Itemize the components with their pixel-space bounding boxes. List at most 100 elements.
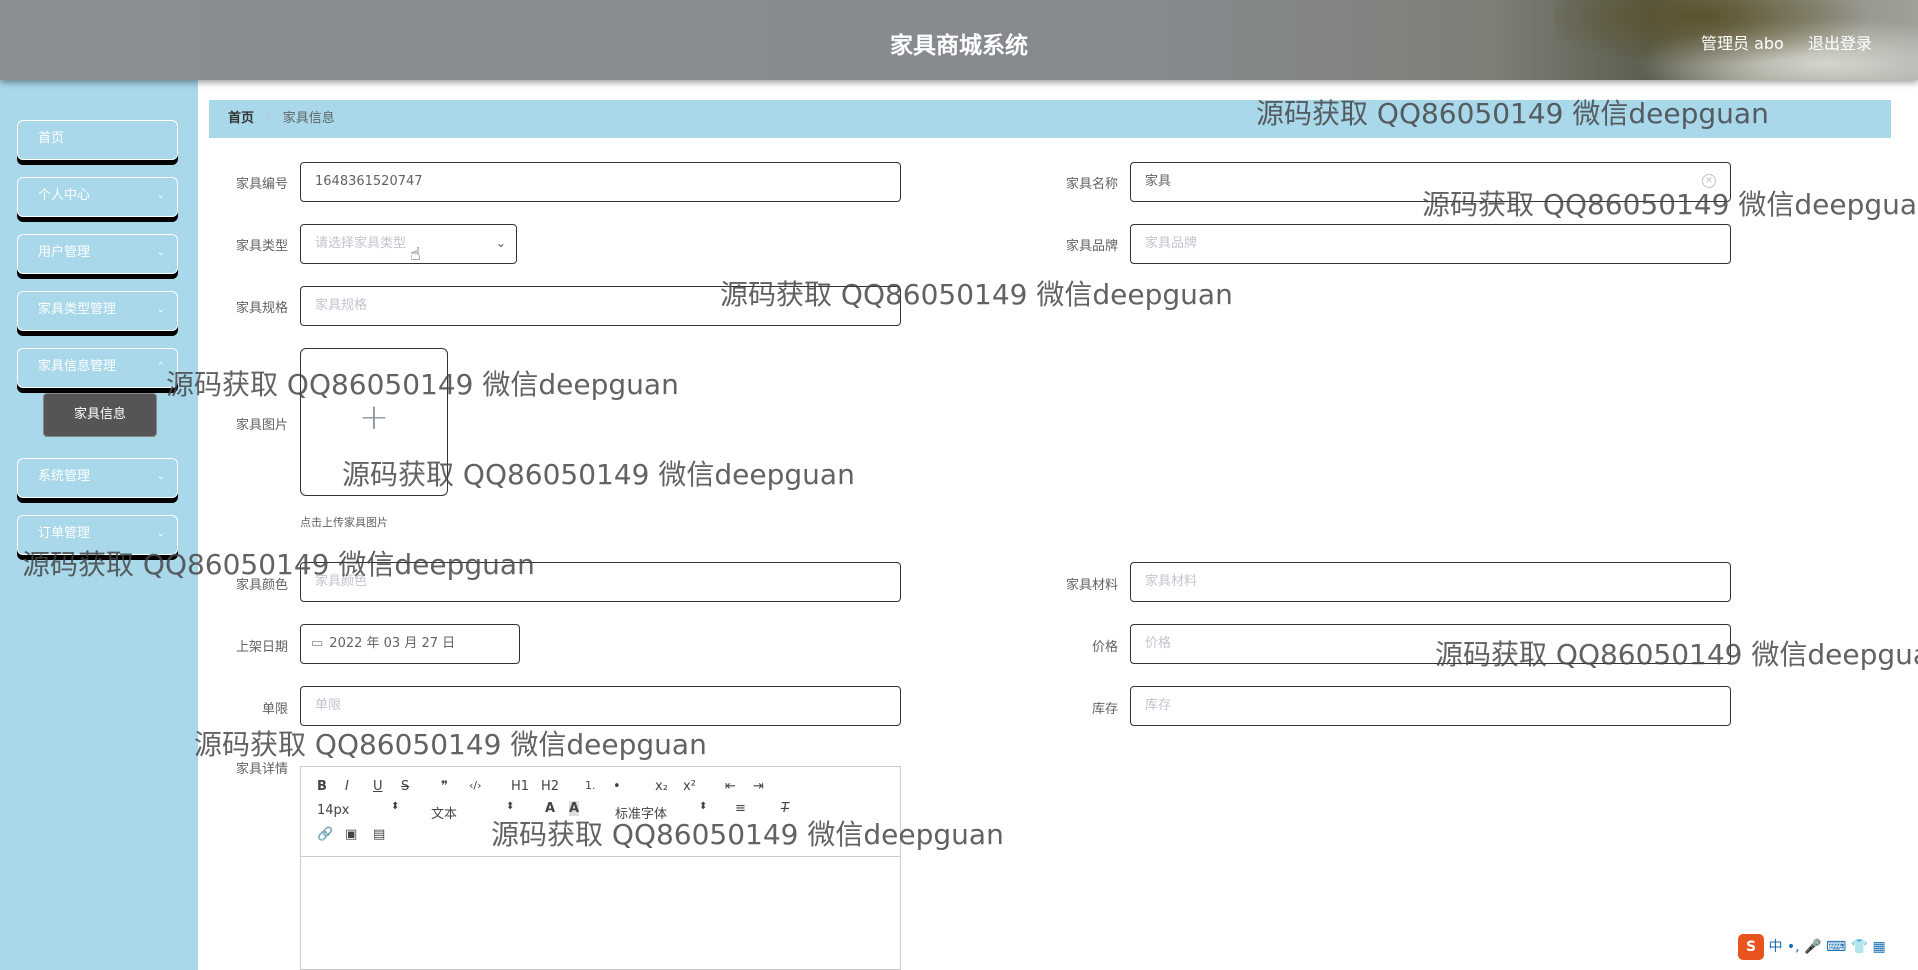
- price-label: 价格: [1091, 640, 1118, 655]
- sidebar-item-home[interactable]: 首页: [17, 120, 178, 160]
- sidebar-item-furniture-info[interactable]: 家具信息管理 ⌃: [17, 348, 178, 388]
- name-input[interactable]: 家具 ✕: [1130, 162, 1731, 202]
- sidebar-item-label: 首页: [38, 131, 65, 146]
- code-input[interactable]: 1648361520747: [300, 162, 901, 202]
- sidebar-item-label: 家具类型管理: [38, 302, 117, 317]
- code-button[interactable]: ‹/›: [469, 779, 482, 792]
- color-label: 家具颜色: [235, 578, 288, 593]
- type-select-placeholder: 请选择家具类型: [315, 236, 407, 251]
- select-arrows-icon: ⬍: [391, 801, 400, 812]
- h1-button[interactable]: H1: [511, 779, 529, 794]
- breadcrumb: 首页 / 家具信息: [209, 100, 1891, 138]
- color-input[interactable]: 家具颜色: [300, 562, 901, 602]
- code-label: 家具编号: [235, 177, 288, 192]
- top-header: 家具商城系统 管理员 abo 退出登录: [0, 0, 1918, 80]
- upload-tip: 点击上传家具图片: [300, 516, 388, 529]
- logout-button[interactable]: 退出登录: [1808, 30, 1872, 54]
- indent-button[interactable]: ⇥: [753, 779, 764, 794]
- ime-language[interactable]: 中: [1768, 939, 1782, 955]
- image-icon[interactable]: ▣: [345, 827, 357, 842]
- quote-button[interactable]: ❞: [441, 779, 448, 794]
- limit-input[interactable]: 单限: [300, 686, 901, 726]
- bold-button[interactable]: B: [317, 779, 327, 794]
- app-title: 家具商城系统: [890, 33, 1028, 59]
- sidebar-item-furniture-types[interactable]: 家具类型管理 ⌄: [17, 291, 178, 331]
- h2-button[interactable]: H2: [541, 779, 559, 794]
- chevron-down-icon: ⌄: [156, 471, 165, 482]
- breadcrumb-current: 家具信息: [282, 111, 335, 126]
- brand-input[interactable]: 家具品牌: [1130, 224, 1731, 264]
- sidebar-item-orders[interactable]: 订单管理 ⌄: [17, 515, 178, 555]
- subscript-button[interactable]: x₂: [655, 779, 668, 794]
- date-value: 2022 年 03 月 27 日: [329, 636, 456, 651]
- align-icon[interactable]: ≡: [735, 801, 746, 816]
- underline-button[interactable]: U: [373, 779, 383, 794]
- italic-button[interactable]: I: [345, 779, 349, 794]
- image-label: 家具图片: [235, 418, 288, 433]
- detail-label: 家具详情: [235, 762, 288, 777]
- link-icon[interactable]: 🔗: [317, 827, 333, 842]
- rich-text-editor[interactable]: B I U S ❞ ‹/› H1 H2 1. • x₂ x² ⇤ ⇥ 14px …: [300, 766, 901, 970]
- ime-toolbar[interactable]: S 中 •, 🎤 ⌨ 👕 ▦: [1738, 934, 1918, 962]
- date-label: 上架日期: [235, 640, 288, 655]
- plus-icon: +: [358, 397, 390, 438]
- breadcrumb-home[interactable]: 首页: [228, 111, 254, 126]
- image-upload[interactable]: +: [300, 348, 448, 496]
- sidebar-item-system[interactable]: 系统管理 ⌄: [17, 458, 178, 498]
- microphone-icon[interactable]: 🎤: [1804, 939, 1821, 955]
- chevron-down-icon: ⌄: [156, 247, 165, 258]
- video-icon[interactable]: ▤: [373, 827, 385, 842]
- breadcrumb-separator: /: [266, 111, 271, 126]
- name-input-value: 家具: [1145, 174, 1172, 189]
- watermark: 源码获取 QQ86050149 微信deepguan: [194, 728, 707, 761]
- sogou-icon: S: [1738, 934, 1764, 960]
- type-label: 家具类型: [235, 239, 288, 254]
- punctuation-icon[interactable]: •,: [1787, 939, 1800, 955]
- select-arrows-icon: ⬍: [506, 801, 515, 812]
- submenu-item-furniture-info[interactable]: 家具信息: [43, 393, 157, 437]
- spec-input[interactable]: 家具规格: [300, 286, 901, 326]
- price-input[interactable]: 价格: [1130, 624, 1731, 664]
- spec-label: 家具规格: [235, 301, 288, 316]
- stock-input[interactable]: 库存: [1130, 686, 1731, 726]
- sidebar-item-label: 用户管理: [38, 245, 91, 260]
- font-color-icon[interactable]: A: [545, 801, 555, 816]
- brand-label: 家具品牌: [1065, 239, 1118, 254]
- font-size-select[interactable]: 14px: [317, 803, 350, 818]
- editor-toolbar: B I U S ❞ ‹/› H1 H2 1. • x₂ x² ⇤ ⇥ 14px …: [301, 767, 900, 857]
- date-picker[interactable]: ▭ 2022 年 03 月 27 日: [300, 624, 520, 664]
- chevron-down-icon: ⌄: [156, 304, 165, 315]
- material-input[interactable]: 家具材料: [1130, 562, 1731, 602]
- sidebar-item-label: 订单管理: [38, 526, 91, 541]
- limit-label: 单限: [261, 702, 288, 717]
- skin-icon[interactable]: 👕: [1851, 939, 1868, 955]
- chevron-down-icon: ⌄: [156, 190, 165, 201]
- superscript-button[interactable]: x²: [683, 779, 696, 794]
- stock-label: 库存: [1091, 702, 1118, 717]
- keyboard-icon[interactable]: ⌨: [1826, 939, 1846, 955]
- paragraph-select[interactable]: 文本: [431, 803, 457, 822]
- calendar-icon: ▭: [311, 636, 324, 651]
- bullet-list-button[interactable]: •: [613, 779, 621, 794]
- name-label: 家具名称: [1065, 177, 1118, 192]
- sidebar-item-label: 系统管理: [38, 469, 91, 484]
- outdent-button[interactable]: ⇤: [725, 779, 736, 794]
- background-color-icon[interactable]: A: [569, 801, 580, 816]
- sidebar-item-profile[interactable]: 个人中心 ⌄: [17, 177, 178, 217]
- select-arrows-icon: ⬍: [699, 801, 708, 812]
- chevron-down-icon: ⌄: [495, 236, 506, 250]
- material-label: 家具材料: [1065, 578, 1118, 593]
- sidebar-item-users[interactable]: 用户管理 ⌄: [17, 234, 178, 274]
- font-family-select[interactable]: 标准字体: [615, 803, 667, 822]
- type-select[interactable]: 请选择家具类型 ⌄: [300, 224, 517, 264]
- sidebar: 首页 个人中心 ⌄ 用户管理 ⌄ 家具类型管理 ⌄ 家具信息管理 ⌃ 系统管理 …: [0, 80, 198, 970]
- clear-format-icon[interactable]: T̶: [781, 801, 789, 816]
- ordered-list-button[interactable]: 1.: [585, 779, 596, 792]
- clear-icon[interactable]: ✕: [1702, 174, 1716, 188]
- sidebar-item-label: 家具信息管理: [38, 359, 117, 374]
- hand-cursor-icon: ☝: [410, 244, 421, 265]
- grid-icon[interactable]: ▦: [1873, 939, 1886, 955]
- strike-button[interactable]: S: [401, 779, 409, 794]
- chevron-down-icon: ⌄: [156, 528, 165, 539]
- current-user: 管理员 abo: [1701, 34, 1784, 53]
